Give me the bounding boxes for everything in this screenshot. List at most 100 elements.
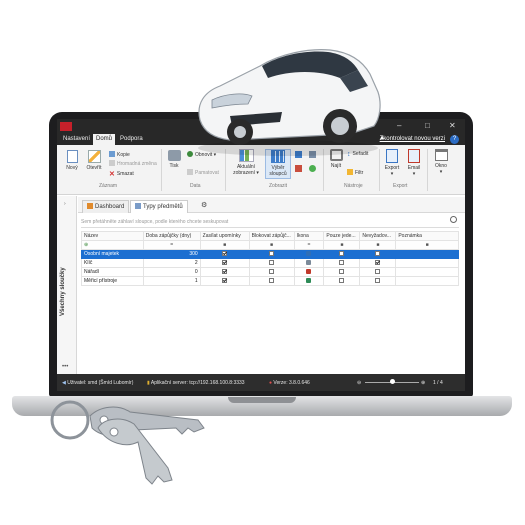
block-checkbox[interactable]	[269, 278, 275, 284]
tab-close-icon[interactable]: ⚙	[201, 201, 207, 209]
cell-icon[interactable]	[293, 258, 325, 268]
cell-not-required[interactable]	[359, 249, 397, 259]
group-by-panel[interactable]: Sem přetáhněte záhlaví sloupce, podle kt…	[81, 216, 459, 228]
filter-cell[interactable]: ■	[248, 240, 295, 250]
bulk-edit-button[interactable]: Hromadná změna	[109, 160, 157, 167]
not-required-checkbox[interactable]	[375, 269, 381, 275]
not-required-checkbox[interactable]	[375, 278, 381, 284]
column-header-name[interactable]: Název	[81, 231, 144, 241]
filter-cell[interactable]: =	[142, 240, 201, 250]
cell-only-one[interactable]	[323, 258, 361, 268]
cell-send-reminders[interactable]	[199, 267, 250, 277]
cell-note[interactable]	[395, 258, 459, 268]
open-button[interactable]: Otevřít	[83, 150, 105, 171]
cell-block-loan[interactable]	[248, 258, 295, 268]
cell-not-required[interactable]	[359, 276, 397, 286]
only-one-checkbox[interactable]	[339, 251, 345, 257]
new-button[interactable]: Nový	[63, 150, 81, 171]
only-one-checkbox[interactable]	[339, 260, 345, 266]
cell-name[interactable]: Osobní majetek	[81, 249, 144, 259]
cell-loan-days[interactable]: 0	[142, 267, 201, 277]
tab-dashboard[interactable]: Dashboard	[82, 200, 130, 213]
tab-support[interactable]: Podpora	[117, 134, 146, 145]
help-icon[interactable]: ?	[450, 135, 459, 144]
sidebar-label[interactable]: Všechny sloučky	[60, 267, 66, 316]
cell-note[interactable]	[395, 276, 459, 286]
cell-name[interactable]: Měřicí přístroje	[81, 276, 144, 286]
column-header-note[interactable]: Poznámka	[395, 231, 459, 241]
cell-note[interactable]	[395, 249, 459, 259]
print-button[interactable]: Tisk	[165, 150, 183, 169]
filter-cell[interactable]: ■	[199, 240, 250, 250]
cell-not-required[interactable]	[359, 267, 397, 277]
not-required-checkbox[interactable]	[375, 260, 381, 266]
column-header-not-required[interactable]: Nevyžadov...	[359, 231, 397, 241]
cell-icon[interactable]	[293, 276, 325, 286]
filter-button[interactable]: Filtr	[347, 169, 363, 176]
filter-cell[interactable]: ⊕	[81, 240, 144, 250]
sidebar-toggle-icon[interactable]: ›	[64, 201, 66, 207]
close-button[interactable]: ✕	[449, 121, 456, 130]
column-header-send-reminders[interactable]: Zasílat upomínky	[199, 231, 250, 241]
filter-cell[interactable]: ■	[323, 240, 361, 250]
filter-cell[interactable]: ■	[359, 240, 397, 250]
block-checkbox[interactable]	[269, 260, 275, 266]
reminder-checkbox[interactable]	[222, 269, 228, 275]
email-button[interactable]: Email ▾	[405, 149, 423, 177]
not-required-checkbox[interactable]	[375, 251, 381, 257]
copy-button[interactable]: Kopie	[109, 151, 130, 158]
cell-block-loan[interactable]	[248, 276, 295, 286]
filter-cell[interactable]: ■	[395, 240, 459, 250]
minimize-button[interactable]: –	[397, 121, 401, 130]
cell-loan-days[interactable]: 2	[142, 258, 201, 268]
column-header-block-loan[interactable]: Blokovat zápůjč...	[248, 231, 295, 241]
zoom-slider-handle[interactable]	[390, 379, 395, 384]
column-header-only-one[interactable]: Pouze jede...	[323, 231, 361, 241]
window-button[interactable]: Okno ▾	[431, 149, 451, 175]
cell-name[interactable]: Klíč	[81, 258, 144, 268]
reminder-checkbox[interactable]	[222, 278, 228, 284]
cell-icon[interactable]	[293, 249, 325, 259]
check-update-link[interactable]: Zkontrolovat novou verzi	[380, 136, 445, 142]
table-row[interactable]: Nářadí 0	[81, 267, 459, 277]
chart-icon[interactable]	[295, 165, 302, 172]
filter-cell[interactable]: =	[293, 240, 325, 250]
reminder-checkbox[interactable]	[222, 251, 228, 257]
cell-block-loan[interactable]	[248, 249, 295, 259]
maximize-button[interactable]: □	[425, 121, 430, 130]
cell-block-loan[interactable]	[248, 267, 295, 277]
cell-only-one[interactable]	[323, 267, 361, 277]
reminder-checkbox[interactable]	[222, 260, 228, 266]
zoom-in-icon[interactable]: ⊕	[421, 380, 425, 386]
block-checkbox[interactable]	[269, 269, 275, 275]
zoom-out-icon[interactable]: ⊖	[357, 380, 361, 386]
only-one-checkbox[interactable]	[339, 269, 345, 275]
search-icon[interactable]	[450, 216, 457, 223]
cell-note[interactable]	[395, 267, 459, 277]
cell-not-required[interactable]	[359, 258, 397, 268]
only-one-checkbox[interactable]	[339, 278, 345, 284]
tab-item-types[interactable]: Typy předmětů	[130, 200, 188, 213]
cell-only-one[interactable]	[323, 276, 361, 286]
filter-row[interactable]: ⊕ = ■ ■ = ■ ■ ■	[81, 240, 459, 250]
table-row[interactable]: Osobní majetek 300	[81, 249, 459, 259]
cell-only-one[interactable]	[323, 249, 361, 259]
tab-settings[interactable]: Nastavení	[60, 134, 93, 145]
sidebar-more-button[interactable]: •••	[62, 364, 68, 370]
cell-name[interactable]: Nářadí	[81, 267, 144, 277]
block-checkbox[interactable]	[269, 251, 275, 257]
table-row[interactable]: Klíč 2	[81, 258, 459, 268]
cell-loan-days[interactable]: 1	[142, 276, 201, 286]
tab-home[interactable]: Domů	[93, 134, 116, 145]
globe-icon[interactable]	[309, 165, 316, 172]
column-header-icon[interactable]: Ikona	[293, 231, 325, 241]
table-row[interactable]: Měřicí přístroje 1	[81, 276, 459, 286]
cell-send-reminders[interactable]	[199, 258, 250, 268]
cell-send-reminders[interactable]	[199, 276, 250, 286]
cell-send-reminders[interactable]	[199, 249, 250, 259]
cell-icon[interactable]	[293, 267, 325, 277]
column-header-loan-days[interactable]: Doba zápůjčky (dny)	[142, 231, 201, 241]
export-button[interactable]: Export ▾	[383, 149, 401, 177]
delete-button[interactable]: ✕ Smazat	[109, 170, 134, 178]
remember-button[interactable]: Pamatovat	[187, 169, 219, 176]
